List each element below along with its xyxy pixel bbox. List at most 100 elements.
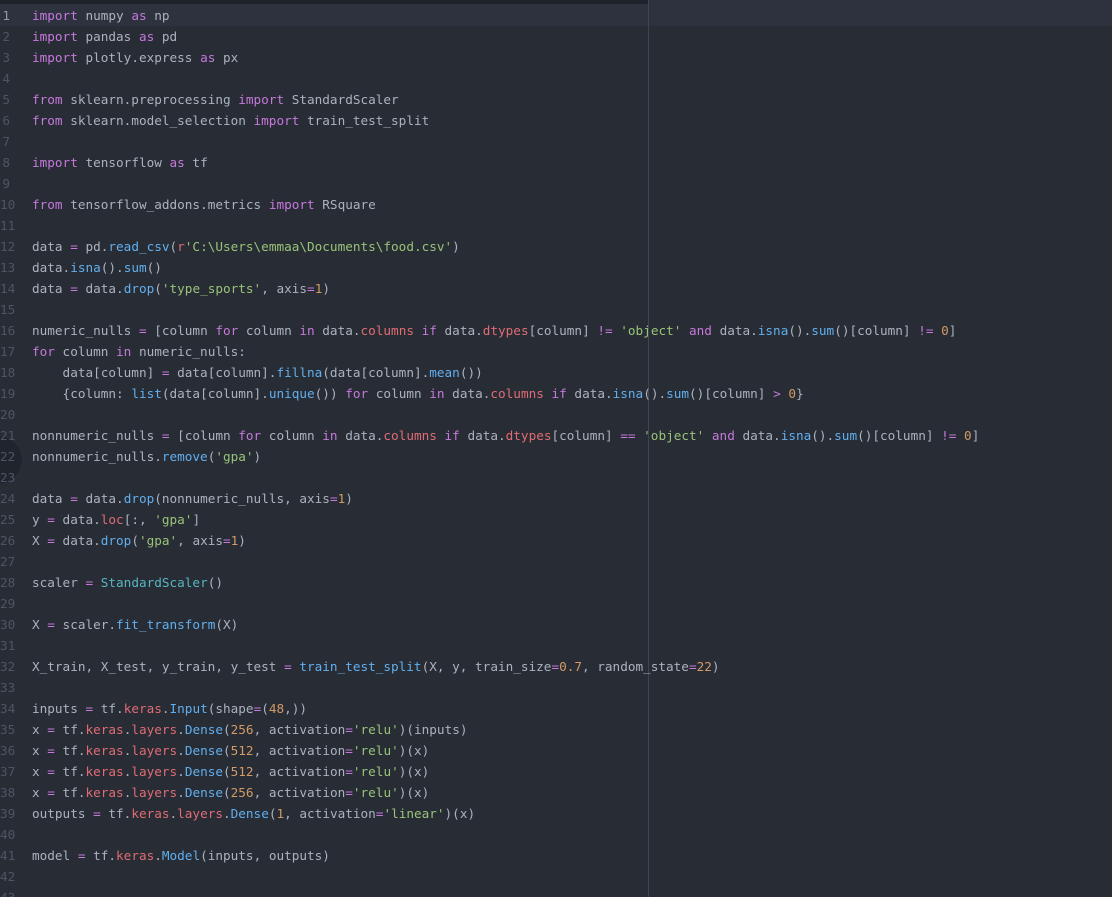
code-line[interactable]: 5 from sklearn.preprocessing import Stand… [0,89,1112,110]
code-line[interactable]: 25 y = data.loc[:, 'gpa'] [0,509,1112,530]
code-line[interactable]: 41 model = tf.keras.Model(inputs, outputs… [0,845,1112,866]
code-line[interactable]: 23 [0,467,1112,488]
code-area[interactable]: 1 import numpy as np 2 import pandas as pd 3… [0,0,1112,897]
code-line[interactable]: 1 import numpy as np [0,5,1112,26]
code-line-text: nonnumeric_nulls.remove('gpa') [32,449,262,464]
code-line-text: inputs = tf.keras.Input(shape=(48,)) [32,701,308,716]
code-line[interactable]: 8 import tensorflow as tf [0,152,1112,173]
code-line-text: from sklearn.preprocessing import Standa… [32,92,399,107]
line-number[interactable]: 19 [0,383,32,404]
line-number[interactable]: 14 [0,278,32,299]
line-number[interactable]: 29 [0,593,32,614]
code-line-text: from sklearn.model_selection import trai… [32,113,430,128]
code-line[interactable]: 21 nonnumeric_nulls = [column for column … [0,425,1112,446]
code-line[interactable]: 31 [0,635,1112,656]
line-number[interactable]: 38 [0,782,32,803]
line-number[interactable]: 4 [0,68,32,89]
code-line[interactable]: 43 [0,887,1112,897]
line-number[interactable]: 23 [0,467,32,488]
line-number[interactable]: 32 [0,656,32,677]
line-number[interactable]: 2 [0,26,32,47]
line-number[interactable]: 24 [0,488,32,509]
line-number[interactable]: 13 [0,257,32,278]
line-number[interactable]: 25 [0,509,32,530]
line-number[interactable]: 41 [0,845,32,866]
code-line-text: x = tf.keras.layers.Dense(256, activatio… [32,722,468,737]
line-number[interactable]: 43 [0,887,32,897]
code-line[interactable]: 6 from sklearn.model_selection import tra… [0,110,1112,131]
code-line[interactable]: 40 [0,824,1112,845]
code-line[interactable]: 9 [0,173,1112,194]
code-line[interactable]: 3 import plotly.express as px [0,47,1112,68]
code-line[interactable]: 38 x = tf.keras.layers.Dense(256, activat… [0,782,1112,803]
line-number[interactable]: 27 [0,551,32,572]
code-line[interactable]: 15 [0,299,1112,320]
line-number[interactable]: 9 [0,173,32,194]
line-number[interactable]: 11 [0,215,32,236]
code-line[interactable]: 26 X = data.drop('gpa', axis=1) [0,530,1112,551]
code-line[interactable]: 7 [0,131,1112,152]
code-line[interactable]: 37 x = tf.keras.layers.Dense(512, activat… [0,761,1112,782]
code-line[interactable]: 35 x = tf.keras.layers.Dense(256, activat… [0,719,1112,740]
line-number[interactable]: 3 [0,47,32,68]
code-line-text: data[column] = data[column].fillna(data[… [32,365,483,380]
code-line-text: {column: list(data[column].unique()) for… [32,386,804,401]
code-line[interactable]: 16 numeric_nulls = [column for column in … [0,320,1112,341]
line-number[interactable]: 36 [0,740,32,761]
code-line-text: import numpy as np [32,8,170,23]
line-number[interactable]: 34 [0,698,32,719]
code-line[interactable]: 12 data = pd.read_csv(r'C:\Users\emmaa\Do… [0,236,1112,257]
line-number[interactable]: 20 [0,404,32,425]
code-line[interactable]: 17 for column in numeric_nulls: [0,341,1112,362]
code-line-text: import tensorflow as tf [32,155,208,170]
code-line-text: X = data.drop('gpa', axis=1) [32,533,246,548]
code-line[interactable]: 2 import pandas as pd [0,26,1112,47]
line-number[interactable]: 26 [0,530,32,551]
code-line-text: y = data.loc[:, 'gpa'] [32,512,201,527]
code-line[interactable]: 14 data = data.drop('type_sports', axis=1… [0,278,1112,299]
line-number[interactable]: 31 [0,635,32,656]
line-number[interactable]: 35 [0,719,32,740]
code-line[interactable]: 18 data[column] = data[column].fillna(da… [0,362,1112,383]
line-number[interactable]: 30 [0,614,32,635]
line-number[interactable]: 12 [0,236,32,257]
line-number[interactable]: 42 [0,866,32,887]
code-line[interactable]: 34 inputs = tf.keras.Input(shape=(48,)) [0,698,1112,719]
code-line[interactable]: 30 X = scaler.fit_transform(X) [0,614,1112,635]
line-number[interactable]: 22 [0,446,32,467]
code-line[interactable]: 28 scaler = StandardScaler() [0,572,1112,593]
line-number[interactable]: 18 [0,362,32,383]
line-number[interactable]: 17 [0,341,32,362]
line-number[interactable]: 15 [0,299,32,320]
code-line[interactable]: 22 nonnumeric_nulls.remove('gpa') [0,446,1112,467]
code-line[interactable]: 36 x = tf.keras.layers.Dense(512, activat… [0,740,1112,761]
code-line[interactable]: 29 [0,593,1112,614]
line-number[interactable]: 5 [0,89,32,110]
code-line[interactable]: 11 [0,215,1112,236]
line-number[interactable]: 28 [0,572,32,593]
line-number[interactable]: 21 [0,425,32,446]
line-number[interactable]: 37 [0,761,32,782]
line-number[interactable]: 7 [0,131,32,152]
line-number[interactable]: 33 [0,677,32,698]
code-line[interactable]: 32 X_train, X_test, y_train, y_test = tra… [0,656,1112,677]
line-number[interactable]: 40 [0,824,32,845]
code-line[interactable]: 20 [0,404,1112,425]
line-number[interactable]: 8 [0,152,32,173]
line-number[interactable]: 6 [0,110,32,131]
line-number[interactable]: 1 [0,5,32,26]
code-line[interactable]: 10 from tensorflow_addons.metrics import … [0,194,1112,215]
line-number[interactable]: 16 [0,320,32,341]
code-line[interactable]: 13 data.isna().sum() [0,257,1112,278]
code-editor[interactable]: 1 import numpy as np 2 import pandas as pd 3… [0,0,1112,897]
line-number[interactable]: 10 [0,194,32,215]
code-line[interactable]: 39 outputs = tf.keras.layers.Dense(1, act… [0,803,1112,824]
code-line[interactable]: 33 [0,677,1112,698]
line-number[interactable]: 39 [0,803,32,824]
code-line-text: data.isna().sum() [32,260,162,275]
code-line[interactable]: 42 [0,866,1112,887]
code-line[interactable]: 19 {column: list(data[column].unique()) … [0,383,1112,404]
code-line[interactable]: 27 [0,551,1112,572]
code-line[interactable]: 24 data = data.drop(nonnumeric_nulls, axi… [0,488,1112,509]
code-line[interactable]: 4 [0,68,1112,89]
